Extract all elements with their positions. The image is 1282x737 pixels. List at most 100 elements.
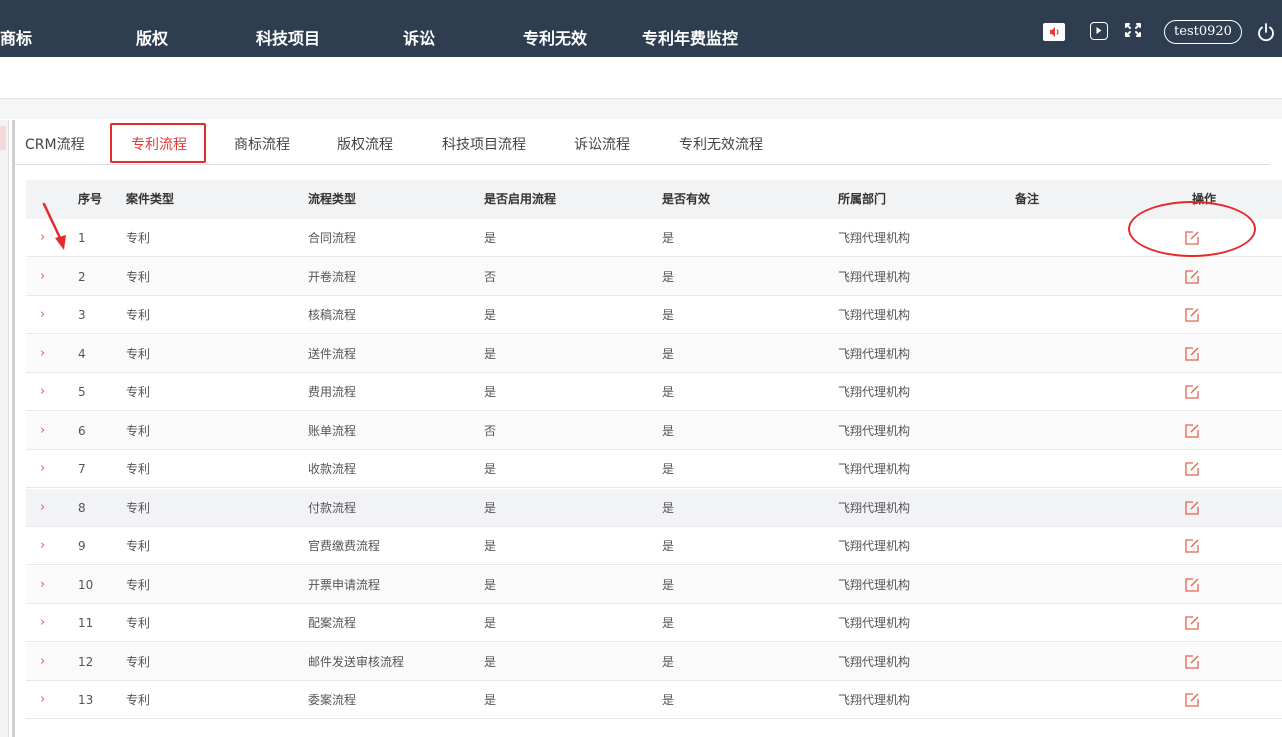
edit-icon[interactable] — [1184, 269, 1200, 285]
table-row[interactable]: › 11 专利 配案流程 是 是 飞翔代理机构 — [26, 604, 1282, 642]
tab-tech-project-flow[interactable]: 科技项目流程 — [442, 134, 526, 154]
chevron-right-icon[interactable]: › — [40, 258, 45, 296]
cell-flow-type: 核稿流程 — [308, 308, 357, 322]
table-row[interactable]: › 9 专利 官费缴费流程 是 是 飞翔代理机构 — [26, 527, 1282, 565]
edit-icon[interactable] — [1184, 500, 1200, 516]
cell-flow-type: 开票申请流程 — [308, 577, 381, 592]
edit-icon[interactable] — [1184, 538, 1200, 554]
cell-no: 5 — [78, 385, 86, 399]
table-row[interactable]: › 12 专利 邮件发送审核流程 是 是 飞翔代理机构 — [26, 642, 1282, 681]
tab-copyright-flow[interactable]: 版权流程 — [337, 134, 393, 154]
tab-patent-invalid-flow[interactable]: 专利无效流程 — [679, 134, 763, 154]
chevron-right-icon[interactable]: › — [40, 373, 45, 411]
chevron-right-icon[interactable]: › — [40, 450, 45, 488]
chevron-right-icon[interactable]: › — [40, 527, 45, 565]
edit-icon[interactable] — [1184, 461, 1200, 477]
nav-item-litigation[interactable]: 诉讼 — [403, 0, 435, 57]
cell-enabled: 是 — [484, 308, 497, 322]
chevron-right-icon[interactable]: › — [40, 296, 45, 334]
chevron-right-icon[interactable]: › — [40, 643, 45, 681]
cell-valid: 是 — [662, 616, 675, 630]
cell-enabled: 是 — [484, 231, 497, 245]
table-row[interactable]: › 4 专利 送件流程 是 是 飞翔代理机构 — [26, 334, 1282, 373]
panel-divider[interactable] — [12, 120, 15, 737]
cell-no: 6 — [78, 423, 86, 438]
nav-item-patent-invalid[interactable]: 专利无效 — [523, 0, 587, 57]
table-row[interactable]: › 7 专利 收款流程 是 是 飞翔代理机构 — [26, 450, 1282, 488]
col-header-flow-type: 流程类型 — [308, 192, 357, 206]
expand-annotation-arrow — [42, 202, 66, 250]
chevron-right-icon[interactable]: › — [40, 604, 45, 642]
cell-case-type: 专利 — [126, 231, 151, 245]
cell-case-type: 专利 — [126, 269, 151, 284]
cell-flow-type: 账单流程 — [308, 423, 357, 438]
left-sidebar-marker — [0, 126, 6, 150]
cell-enabled: 否 — [484, 423, 497, 438]
edit-icon-annotation-circle — [1128, 201, 1256, 257]
cell-dept: 飞翔代理机构 — [838, 308, 911, 322]
cell-no: 4 — [78, 346, 86, 361]
nav-item-trademark[interactable]: 商标 — [0, 0, 32, 57]
tab-crm-flow[interactable]: CRM流程 — [25, 134, 85, 154]
table-row[interactable]: › 10 专利 开票申请流程 是 是 飞翔代理机构 — [26, 565, 1282, 604]
tab-trademark-flow[interactable]: 商标流程 — [234, 134, 290, 154]
left-sidebar-edge — [0, 120, 9, 737]
play-icon[interactable] — [1090, 22, 1108, 40]
active-tab-annotation-box — [110, 123, 206, 163]
nav-item-copyright[interactable]: 版权 — [136, 0, 168, 57]
chevron-right-icon[interactable]: › — [40, 566, 45, 604]
power-icon[interactable] — [1256, 22, 1276, 42]
top-nav-bar: 商标 版权 科技项目 诉讼 专利无效 专利年费监控 test0920 — [0, 0, 1282, 57]
edit-icon[interactable] — [1184, 307, 1200, 323]
fullscreen-icon[interactable] — [1123, 21, 1143, 39]
cell-valid: 是 — [662, 269, 675, 284]
cell-case-type: 专利 — [126, 423, 151, 438]
cell-no: 12 — [78, 654, 94, 669]
cell-valid: 是 — [662, 308, 675, 322]
cell-enabled: 否 — [484, 269, 497, 284]
edit-icon[interactable] — [1184, 423, 1200, 439]
col-header-no: 序号 — [78, 192, 103, 206]
table-row[interactable]: › 8 专利 付款流程 是 是 飞翔代理机构 — [26, 488, 1282, 527]
cell-no: 2 — [78, 269, 86, 284]
table-row[interactable]: › 1 专利 合同流程是是飞翔代理机构 — [26, 219, 1282, 257]
cell-dept: 飞翔代理机构 — [838, 500, 911, 515]
cell-valid: 是 — [662, 500, 675, 515]
cell-dept: 飞翔代理机构 — [838, 616, 911, 630]
edit-icon[interactable] — [1184, 692, 1200, 708]
speaker-icon[interactable] — [1043, 23, 1065, 41]
edit-icon[interactable] — [1184, 615, 1200, 631]
cell-flow-type: 开卷流程 — [308, 269, 357, 284]
cell-enabled: 是 — [484, 616, 497, 630]
chevron-right-icon[interactable]: › — [40, 681, 45, 719]
table-row[interactable]: › 13 专利 委案流程 是 是 飞翔代理机构 — [26, 681, 1282, 719]
table-row[interactable]: › 5 专利 费用流程 是 是 飞翔代理机构 — [26, 373, 1282, 411]
chevron-right-icon[interactable]: › — [40, 489, 45, 527]
user-account-button[interactable]: test0920 — [1164, 20, 1242, 44]
col-header-case-type: 案件类型 — [126, 192, 175, 206]
tab-litigation-flow[interactable]: 诉讼流程 — [574, 134, 630, 154]
col-header-remark: 备注 — [1015, 192, 1040, 206]
edit-icon[interactable] — [1184, 384, 1200, 400]
edit-icon[interactable] — [1184, 346, 1200, 362]
nav-item-annuity-monitor[interactable]: 专利年费监控 — [642, 0, 738, 57]
col-header-valid: 是否有效 — [662, 192, 711, 206]
cell-dept: 飞翔代理机构 — [838, 462, 911, 476]
cell-dept: 飞翔代理机构 — [838, 577, 911, 592]
table-row[interactable]: › 3 专利 核稿流程 是 是 飞翔代理机构 — [26, 296, 1282, 334]
chevron-right-icon[interactable]: › — [40, 335, 45, 373]
edit-icon[interactable] — [1184, 577, 1200, 593]
cell-case-type: 专利 — [126, 577, 151, 592]
cell-flow-type: 费用流程 — [308, 385, 357, 399]
table-row[interactable]: › 6 专利 账单流程 否 是 飞翔代理机构 — [26, 411, 1282, 450]
cell-flow-type: 官费缴费流程 — [308, 539, 381, 553]
nav-item-tech-project[interactable]: 科技项目 — [256, 0, 320, 57]
table-row[interactable]: › 2 专利 开卷流程 否 是 飞翔代理机构 — [26, 257, 1282, 296]
cell-case-type: 专利 — [126, 385, 151, 399]
cell-flow-type: 配案流程 — [308, 616, 357, 630]
cell-dept: 飞翔代理机构 — [838, 385, 911, 399]
edit-icon[interactable] — [1184, 654, 1200, 670]
sub-toolbar — [0, 57, 1282, 99]
cell-valid: 是 — [662, 423, 675, 438]
chevron-right-icon[interactable]: › — [40, 412, 45, 450]
